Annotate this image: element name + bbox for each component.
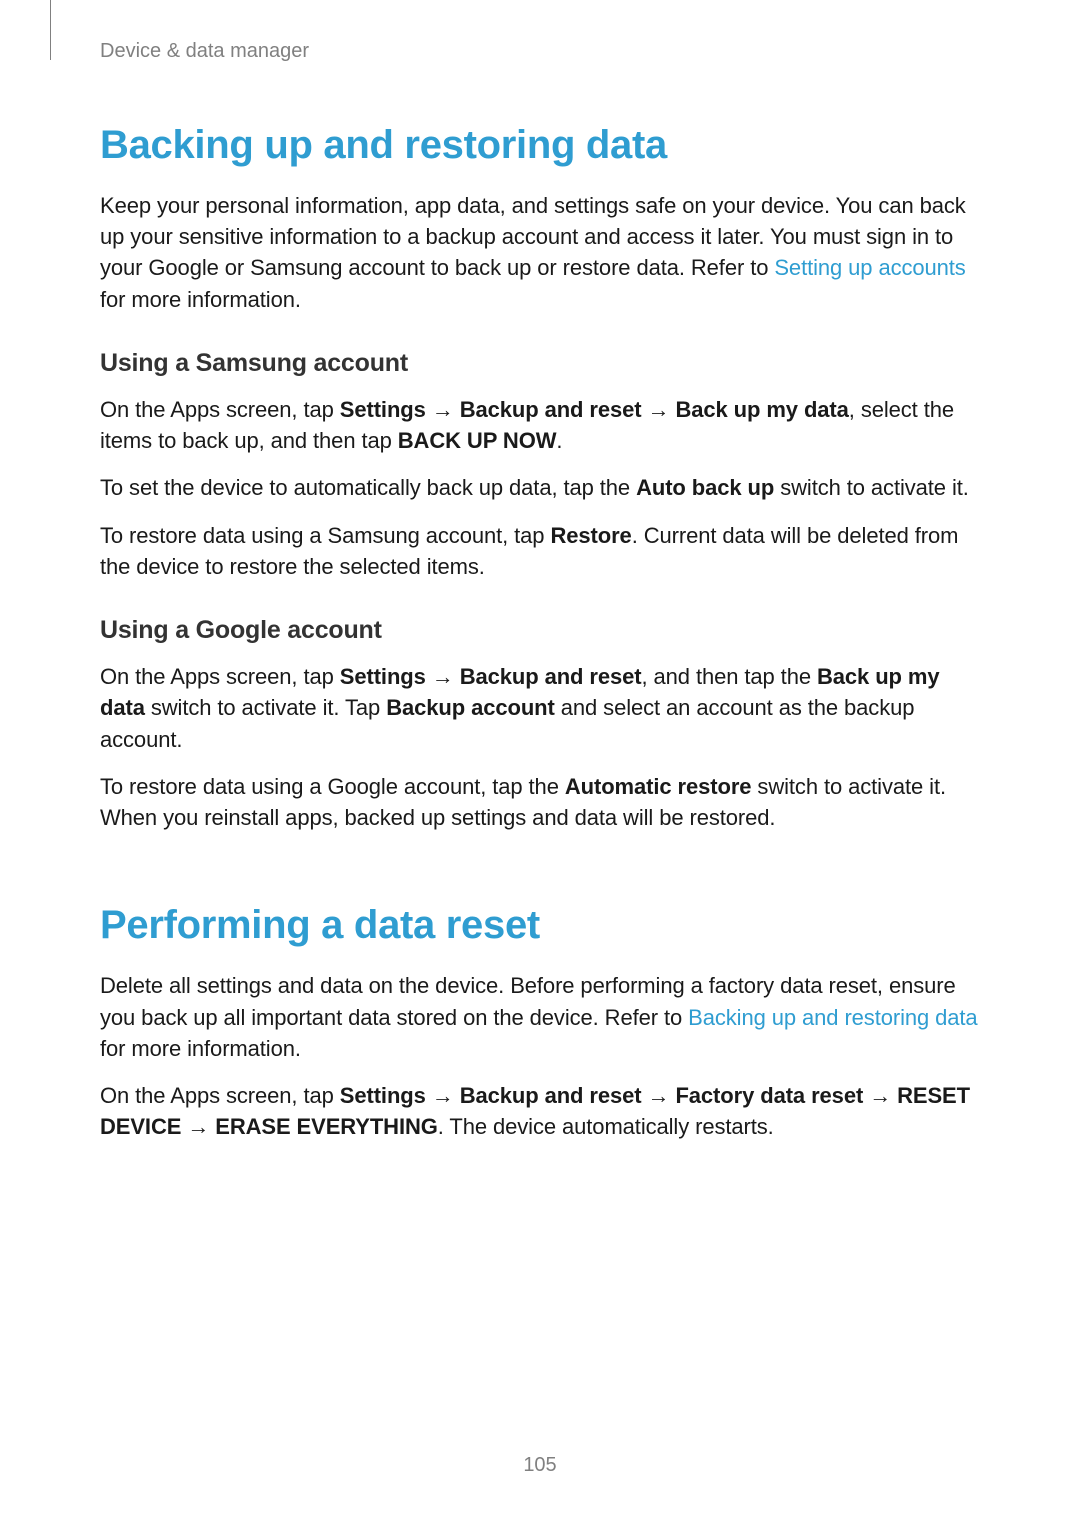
bold-back-up-my-data: Back up my data [675,397,848,422]
google-p2: To restore data using a Google account, … [100,771,980,833]
text: . [556,428,562,453]
text: On the Apps screen, tap [100,1083,340,1108]
arrow: → [181,1114,215,1139]
header-divider [50,0,51,60]
bold-erase-everything: ERASE EVERYTHING [215,1114,438,1139]
text: . The device automatically restarts. [438,1114,774,1139]
arrow: → [642,1083,676,1108]
arrow: → [426,664,460,689]
samsung-p1: On the Apps screen, tap Settings → Backu… [100,394,980,456]
text: switch to activate it. [774,475,969,500]
bold-automatic-restore: Automatic restore [565,774,752,799]
bold-backup-reset: Backup and reset [460,664,642,689]
reset-p1: Delete all settings and data on the devi… [100,970,980,1064]
heading-backing-up: Backing up and restoring data [100,123,980,168]
bold-back-up-now: BACK UP NOW [398,428,557,453]
bold-backup-reset: Backup and reset [460,1083,642,1108]
bold-auto-back-up: Auto back up [636,475,774,500]
subheading-samsung: Using a Samsung account [100,349,980,378]
text: To restore data using a Samsung account,… [100,523,550,548]
reset-p2: On the Apps screen, tap Settings → Backu… [100,1080,980,1142]
text: , and then tap the [642,664,817,689]
arrow: → [426,1083,460,1108]
arrow: → [642,397,676,422]
text: To restore data using a Google account, … [100,774,565,799]
text: On the Apps screen, tap [100,664,340,689]
subheading-google: Using a Google account [100,616,980,645]
bold-factory-reset: Factory data reset [675,1083,863,1108]
bold-backup-reset: Backup and reset [460,397,642,422]
section-label: Device & data manager [100,40,980,63]
bold-backup-account: Backup account [386,695,555,720]
samsung-p2: To set the device to automatically back … [100,472,980,503]
link-setting-up-accounts[interactable]: Setting up accounts [774,255,965,280]
text: To set the device to automatically back … [100,475,636,500]
text: switch to activate it. Tap [145,695,386,720]
bold-restore: Restore [550,523,631,548]
link-backing-up[interactable]: Backing up and restoring data [688,1005,977,1030]
samsung-p3: To restore data using a Samsung account,… [100,520,980,582]
google-p1: On the Apps screen, tap Settings → Backu… [100,661,980,755]
arrow: → [426,397,460,422]
text: for more information. [100,1036,301,1061]
page-number: 105 [0,1454,1080,1477]
text: On the Apps screen, tap [100,397,340,422]
bold-settings: Settings [340,664,426,689]
bold-settings: Settings [340,397,426,422]
intro-text-2: for more information. [100,287,301,312]
bold-settings: Settings [340,1083,426,1108]
heading-data-reset: Performing a data reset [100,903,980,948]
intro-paragraph: Keep your personal information, app data… [100,190,980,315]
arrow: → [863,1083,897,1108]
